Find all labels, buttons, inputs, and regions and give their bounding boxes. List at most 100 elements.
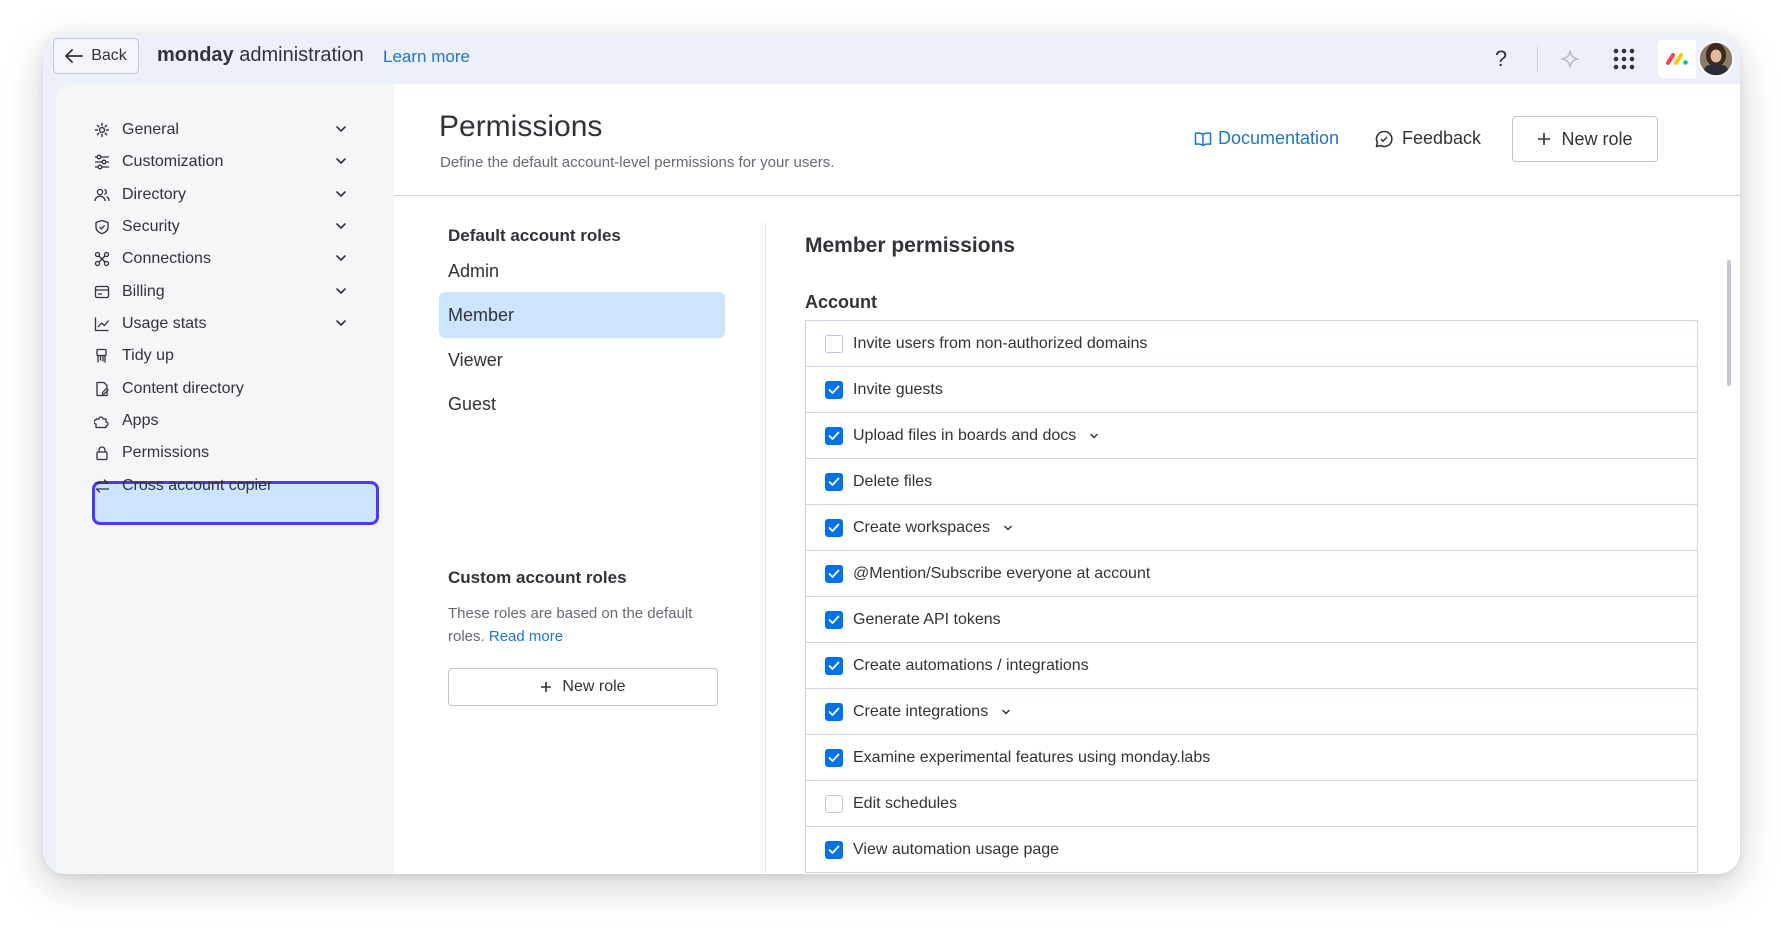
permission-row[interactable]: Generate API tokens: [806, 597, 1697, 643]
role-guest[interactable]: Guest: [439, 381, 725, 427]
ai-sparkle-button[interactable]: [1554, 43, 1586, 75]
sidebar-item-content-directory[interactable]: Content directory: [92, 373, 352, 405]
checkbox-checked[interactable]: [825, 518, 843, 537]
chevron-down-icon[interactable]: [334, 154, 348, 168]
main-panel: Permissions Define the default account-l…: [394, 84, 1740, 874]
permission-row[interactable]: Create integrations: [806, 689, 1697, 735]
checkbox-checked[interactable]: [825, 656, 843, 675]
learn-more-link[interactable]: Learn more: [383, 47, 470, 67]
chevron-down-icon[interactable]: [1002, 522, 1014, 534]
new-custom-role-button[interactable]: New role: [448, 668, 718, 706]
page-subtitle: Define the default account-level permiss…: [440, 154, 835, 171]
sidebar-item-cross-account-copier[interactable]: Cross account copier: [92, 470, 352, 502]
permission-row[interactable]: Create automations / integrations: [806, 643, 1697, 689]
apps-grid-button[interactable]: [1608, 43, 1640, 75]
top-icons: ?: [1483, 34, 1740, 84]
permission-label: Generate API tokens: [853, 610, 1001, 628]
new-role-label: New role: [1561, 128, 1633, 149]
permission-label: @Mention/Subscribe everyone at account: [853, 564, 1151, 582]
monday-logo[interactable]: [1658, 40, 1696, 78]
checkbox-unchecked[interactable]: [825, 794, 843, 813]
custom-roles-description: These roles are based on the default rol…: [448, 602, 718, 648]
chevron-down-icon[interactable]: [334, 219, 348, 233]
feedback-button[interactable]: Feedback: [1374, 128, 1481, 149]
avatar[interactable]: [1696, 39, 1736, 79]
chevron-down-icon[interactable]: [334, 122, 348, 136]
sidebar-item-label: Directory: [122, 186, 187, 203]
checkbox-checked[interactable]: [825, 748, 843, 767]
chevron-down-icon[interactable]: [1000, 706, 1012, 718]
checkbox-checked[interactable]: [825, 702, 843, 721]
sidebar-item-label: Security: [122, 218, 180, 235]
permission-row[interactable]: View automation usage page: [806, 827, 1697, 873]
new-role-label: New role: [562, 678, 626, 695]
sidebar-item-directory[interactable]: Directory: [92, 179, 352, 211]
help-button[interactable]: ?: [1483, 41, 1519, 77]
chevron-down-icon[interactable]: [334, 187, 348, 201]
permission-row[interactable]: Upload files in boards and docs: [806, 413, 1697, 459]
sidebar-item-general[interactable]: General: [92, 114, 352, 146]
custom-roles-title: Custom account roles: [448, 568, 627, 587]
chevron-down-icon[interactable]: [334, 251, 348, 265]
permission-row[interactable]: Edit schedules: [806, 781, 1697, 827]
sidebar-item-label: Connections: [122, 250, 211, 267]
sidebar-item-apps[interactable]: Apps: [92, 405, 352, 437]
checkbox-unchecked[interactable]: [825, 334, 843, 353]
permission-row[interactable]: Create workspaces: [806, 505, 1697, 551]
checkbox-checked[interactable]: [825, 426, 843, 445]
permission-row[interactable]: Examine experimental features using mond…: [806, 735, 1697, 781]
sidebar-item-label: Content directory: [122, 380, 244, 397]
checkbox-checked[interactable]: [825, 564, 843, 583]
checkbox-checked[interactable]: [825, 840, 843, 859]
sidebar-item-connections[interactable]: Connections: [92, 243, 352, 275]
permission-label: View automation usage page: [853, 840, 1060, 858]
broom-icon: [92, 346, 112, 366]
sidebar-item-permissions[interactable]: Permissions: [92, 437, 352, 469]
sidebar-item-usage-stats[interactable]: Usage stats: [92, 308, 352, 340]
permission-row[interactable]: Invite guests: [806, 367, 1697, 413]
permission-row[interactable]: @Mention/Subscribe everyone at account: [806, 551, 1697, 597]
permissions-title: Member permissions: [805, 234, 1016, 257]
sidebar-item-label: General: [122, 121, 179, 138]
scrollbar[interactable]: [1727, 260, 1731, 386]
sidebar-item-security[interactable]: Security: [92, 211, 352, 243]
permissions-section-title: Account: [805, 292, 877, 312]
help-icon: ?: [1494, 46, 1508, 71]
plus-icon: [1538, 133, 1551, 145]
role-admin[interactable]: Admin: [439, 248, 725, 294]
top-bar: Back monday administration Learn more ?: [43, 34, 1740, 84]
sidebar-item-label: Billing: [122, 283, 165, 300]
documentation-label: Documentation: [1218, 128, 1340, 148]
app-title: monday administration: [157, 44, 364, 67]
sidebar-item-label: Customization: [122, 153, 224, 170]
page-header: Permissions Define the default account-l…: [394, 84, 1740, 196]
permission-row[interactable]: Invite users from non-authorized domains: [806, 321, 1697, 367]
role-viewer[interactable]: Viewer: [439, 337, 725, 383]
chevron-down-icon[interactable]: [334, 284, 348, 298]
feedback-label: Feedback: [1402, 128, 1482, 148]
chevron-down-icon[interactable]: [1088, 430, 1100, 442]
read-more-link[interactable]: Read more: [489, 628, 563, 645]
grid-icon: [1613, 48, 1635, 70]
chevron-down-icon[interactable]: [334, 316, 348, 330]
lock-icon: [92, 443, 112, 463]
checkbox-checked[interactable]: [825, 472, 843, 491]
custom-roles-desc-text: These roles are based on the default rol…: [448, 605, 693, 645]
check-icon: [828, 431, 840, 440]
check-icon: [828, 615, 840, 624]
sidebar-item-billing[interactable]: Billing: [92, 276, 352, 308]
back-button[interactable]: Back: [53, 38, 139, 74]
checkbox-checked[interactable]: [825, 380, 843, 399]
page-title: Permissions: [439, 110, 603, 143]
permission-label: Edit schedules: [853, 794, 958, 812]
checkbox-checked[interactable]: [825, 610, 843, 629]
sidebar-item-customization[interactable]: Customization: [92, 146, 352, 178]
sidebar-item-tidy-up[interactable]: Tidy up: [92, 340, 352, 372]
check-icon: [828, 753, 840, 762]
check-icon: [828, 523, 840, 532]
role-member[interactable]: Member: [439, 292, 725, 338]
permission-row[interactable]: Delete files: [806, 459, 1697, 505]
column-divider: [765, 222, 766, 874]
documentation-link[interactable]: Documentation: [1194, 128, 1339, 149]
new-role-button[interactable]: New role: [1512, 116, 1658, 162]
